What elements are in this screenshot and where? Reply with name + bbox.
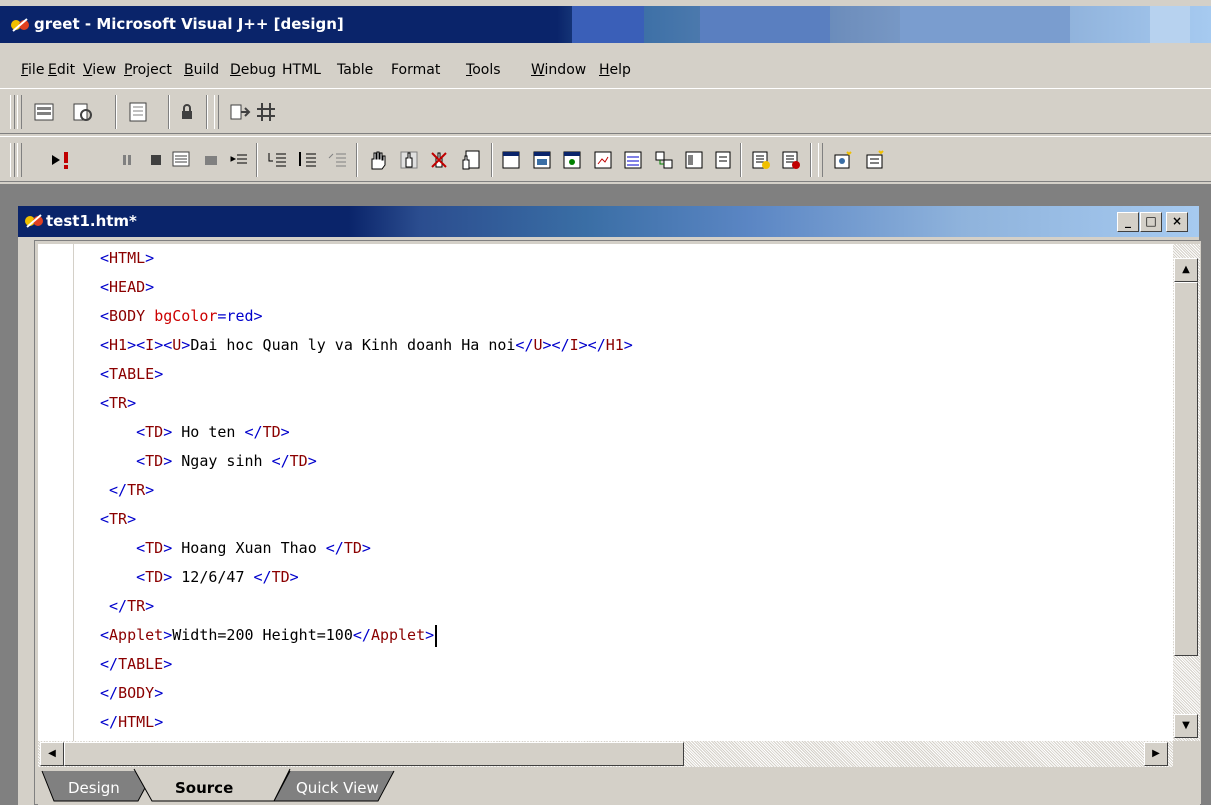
code-line[interactable]: <TD> Ngay sinh </TD> bbox=[100, 447, 633, 476]
code-line[interactable]: </TR> bbox=[100, 476, 633, 505]
exclamation-icon[interactable] bbox=[55, 149, 77, 171]
editor-gutter bbox=[38, 244, 74, 741]
scroll-down-button[interactable]: ▼ bbox=[1174, 714, 1198, 738]
step-into-icon[interactable] bbox=[266, 149, 288, 171]
code-line[interactable]: <TD> Ho ten </TD> bbox=[100, 418, 633, 447]
menu-tools[interactable]: Tools bbox=[466, 62, 501, 78]
code-line[interactable]: </HTML> bbox=[100, 708, 633, 737]
lock-icon[interactable] bbox=[176, 101, 198, 123]
menu-bar: File Edit View Project Build Debug HTML Table Fo… bbox=[0, 56, 1211, 86]
horizontal-scrollbar[interactable]: ◀ ▶ bbox=[38, 741, 1173, 767]
hand-cross-icon[interactable] bbox=[428, 149, 450, 171]
tab-source[interactable]: Source bbox=[175, 775, 233, 803]
modules-icon[interactable] bbox=[653, 149, 675, 171]
document-title-bar: test1.htm* _ □ × bbox=[18, 206, 1199, 237]
memory-icon[interactable] bbox=[683, 149, 705, 171]
pause-icon[interactable] bbox=[116, 149, 138, 171]
scroll-right-button[interactable]: ▶ bbox=[1144, 742, 1168, 766]
window-title: greet - Microsoft Visual J++ [design] bbox=[34, 15, 344, 33]
menu-help[interactable]: Help bbox=[599, 62, 631, 78]
code-line[interactable]: </TR> bbox=[100, 592, 633, 621]
scroll-up-button[interactable]: ▲ bbox=[1174, 258, 1198, 282]
layout-icon[interactable] bbox=[33, 101, 55, 123]
text-caret bbox=[435, 624, 438, 647]
code-line[interactable]: <Applet>Width=200 Height=100</Applet> bbox=[100, 621, 633, 650]
code-line[interactable]: <TR> bbox=[100, 389, 633, 418]
code-line[interactable]: <BODY bgColor=red> bbox=[100, 302, 633, 331]
minimize-button[interactable]: _ bbox=[1117, 212, 1139, 232]
view-tabs: Design Source Quick View bbox=[38, 767, 1200, 805]
menu-html[interactable]: HTML bbox=[282, 62, 321, 78]
tab-quick-view[interactable]: Quick View bbox=[296, 775, 379, 803]
code-line[interactable]: <TD> Hoang Xuan Thao </TD> bbox=[100, 534, 633, 563]
step-icon[interactable] bbox=[170, 149, 192, 171]
toolbar-standard bbox=[0, 88, 1211, 134]
hand-icon[interactable] bbox=[366, 149, 388, 171]
object-icon[interactable] bbox=[864, 149, 886, 171]
menu-debug[interactable]: Debug bbox=[230, 62, 276, 78]
menu-table[interactable]: Table bbox=[337, 62, 373, 78]
menu-edit[interactable]: Edit bbox=[48, 62, 75, 78]
toolbar-debug bbox=[0, 136, 1211, 182]
hand-doc-icon[interactable] bbox=[460, 149, 482, 171]
code-line[interactable]: </BODY> bbox=[100, 679, 633, 708]
form-icon[interactable] bbox=[229, 101, 251, 123]
title-bar: greet - Microsoft Visual J++ [design] bbox=[0, 6, 1211, 43]
threads-icon[interactable] bbox=[622, 149, 644, 171]
menu-file[interactable]: File bbox=[21, 62, 44, 78]
locals-icon[interactable] bbox=[531, 149, 553, 171]
watch-icon[interactable] bbox=[500, 149, 522, 171]
menu-build[interactable]: Build bbox=[184, 62, 219, 78]
menu-project[interactable]: Project bbox=[124, 62, 172, 78]
step-out-icon[interactable] bbox=[326, 149, 348, 171]
step-over-icon[interactable] bbox=[296, 149, 318, 171]
call-stack-icon[interactable] bbox=[592, 149, 614, 171]
stop-icon[interactable] bbox=[145, 149, 167, 171]
breakpoint-icon[interactable] bbox=[200, 149, 222, 171]
code-line[interactable]: <H1><I><U>Dai hoc Quan ly va Kinh doanh … bbox=[100, 331, 633, 360]
code-line[interactable]: <TABLE> bbox=[100, 360, 633, 389]
grid-icon[interactable] bbox=[255, 101, 277, 123]
vertical-scroll-thumb[interactable] bbox=[1174, 282, 1198, 656]
maximize-button[interactable]: □ bbox=[1140, 212, 1162, 232]
auto-icon[interactable] bbox=[561, 149, 583, 171]
indent-icon[interactable] bbox=[228, 149, 250, 171]
code-line[interactable]: <TR> bbox=[100, 505, 633, 534]
menu-view[interactable]: View bbox=[83, 62, 116, 78]
code-line[interactable]: <HTML> bbox=[100, 244, 633, 273]
code-line[interactable]: <HEAD> bbox=[100, 273, 633, 302]
menu-format[interactable]: Format bbox=[391, 62, 440, 78]
document-icon bbox=[25, 214, 43, 228]
refresh-page-icon[interactable] bbox=[71, 101, 93, 123]
script-icon[interactable] bbox=[832, 149, 854, 171]
code-line[interactable]: </TABLE> bbox=[100, 650, 633, 679]
horizontal-scroll-thumb[interactable] bbox=[64, 742, 684, 766]
registers-icon[interactable] bbox=[712, 149, 734, 171]
menu-window[interactable]: Window bbox=[531, 62, 586, 78]
page-icon[interactable] bbox=[127, 101, 149, 123]
tab-design[interactable]: Design bbox=[68, 775, 120, 803]
app-icon bbox=[11, 18, 29, 32]
close-button[interactable]: × bbox=[1166, 212, 1188, 232]
code-line[interactable]: <TD> 12/6/47 </TD> bbox=[100, 563, 633, 592]
clear-icon[interactable] bbox=[780, 149, 802, 171]
disasm-icon[interactable] bbox=[750, 149, 772, 171]
vertical-scrollbar[interactable]: ▲ ▼ bbox=[1173, 244, 1200, 741]
scroll-left-button[interactable]: ◀ bbox=[40, 742, 64, 766]
document-title: test1.htm* bbox=[46, 212, 137, 230]
hand-pointer-icon[interactable] bbox=[398, 149, 420, 171]
source-code[interactable]: <HTML> <HEAD> <BODY bgColor=red> <H1><I><U>… bbox=[100, 244, 633, 737]
